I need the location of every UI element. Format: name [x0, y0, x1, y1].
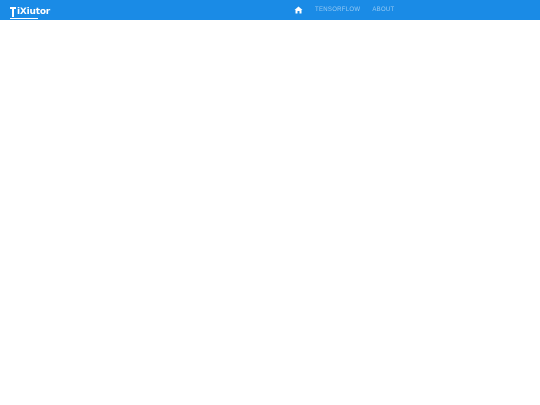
nav-item-tensorflow-label: TENSORFLOW [315, 7, 361, 13]
nav-item-tensorflow[interactable]: TENSORFLOW [309, 0, 366, 20]
brand-logo[interactable]: iXiutor [10, 4, 51, 19]
nav-home[interactable] [292, 0, 309, 20]
main-nav: TENSORFLOW ABOUT [292, 0, 401, 20]
main-content [0, 20, 540, 405]
logo-mark [10, 7, 16, 17]
home-icon [294, 6, 303, 14]
logo-text: iXiutor [17, 7, 51, 17]
logo-underline [10, 18, 38, 19]
nav-item-about[interactable]: ABOUT [366, 0, 400, 20]
nav-item-about-label: ABOUT [372, 7, 395, 13]
top-navbar: iXiutor TENSORFLOW ABOUT [0, 0, 540, 20]
